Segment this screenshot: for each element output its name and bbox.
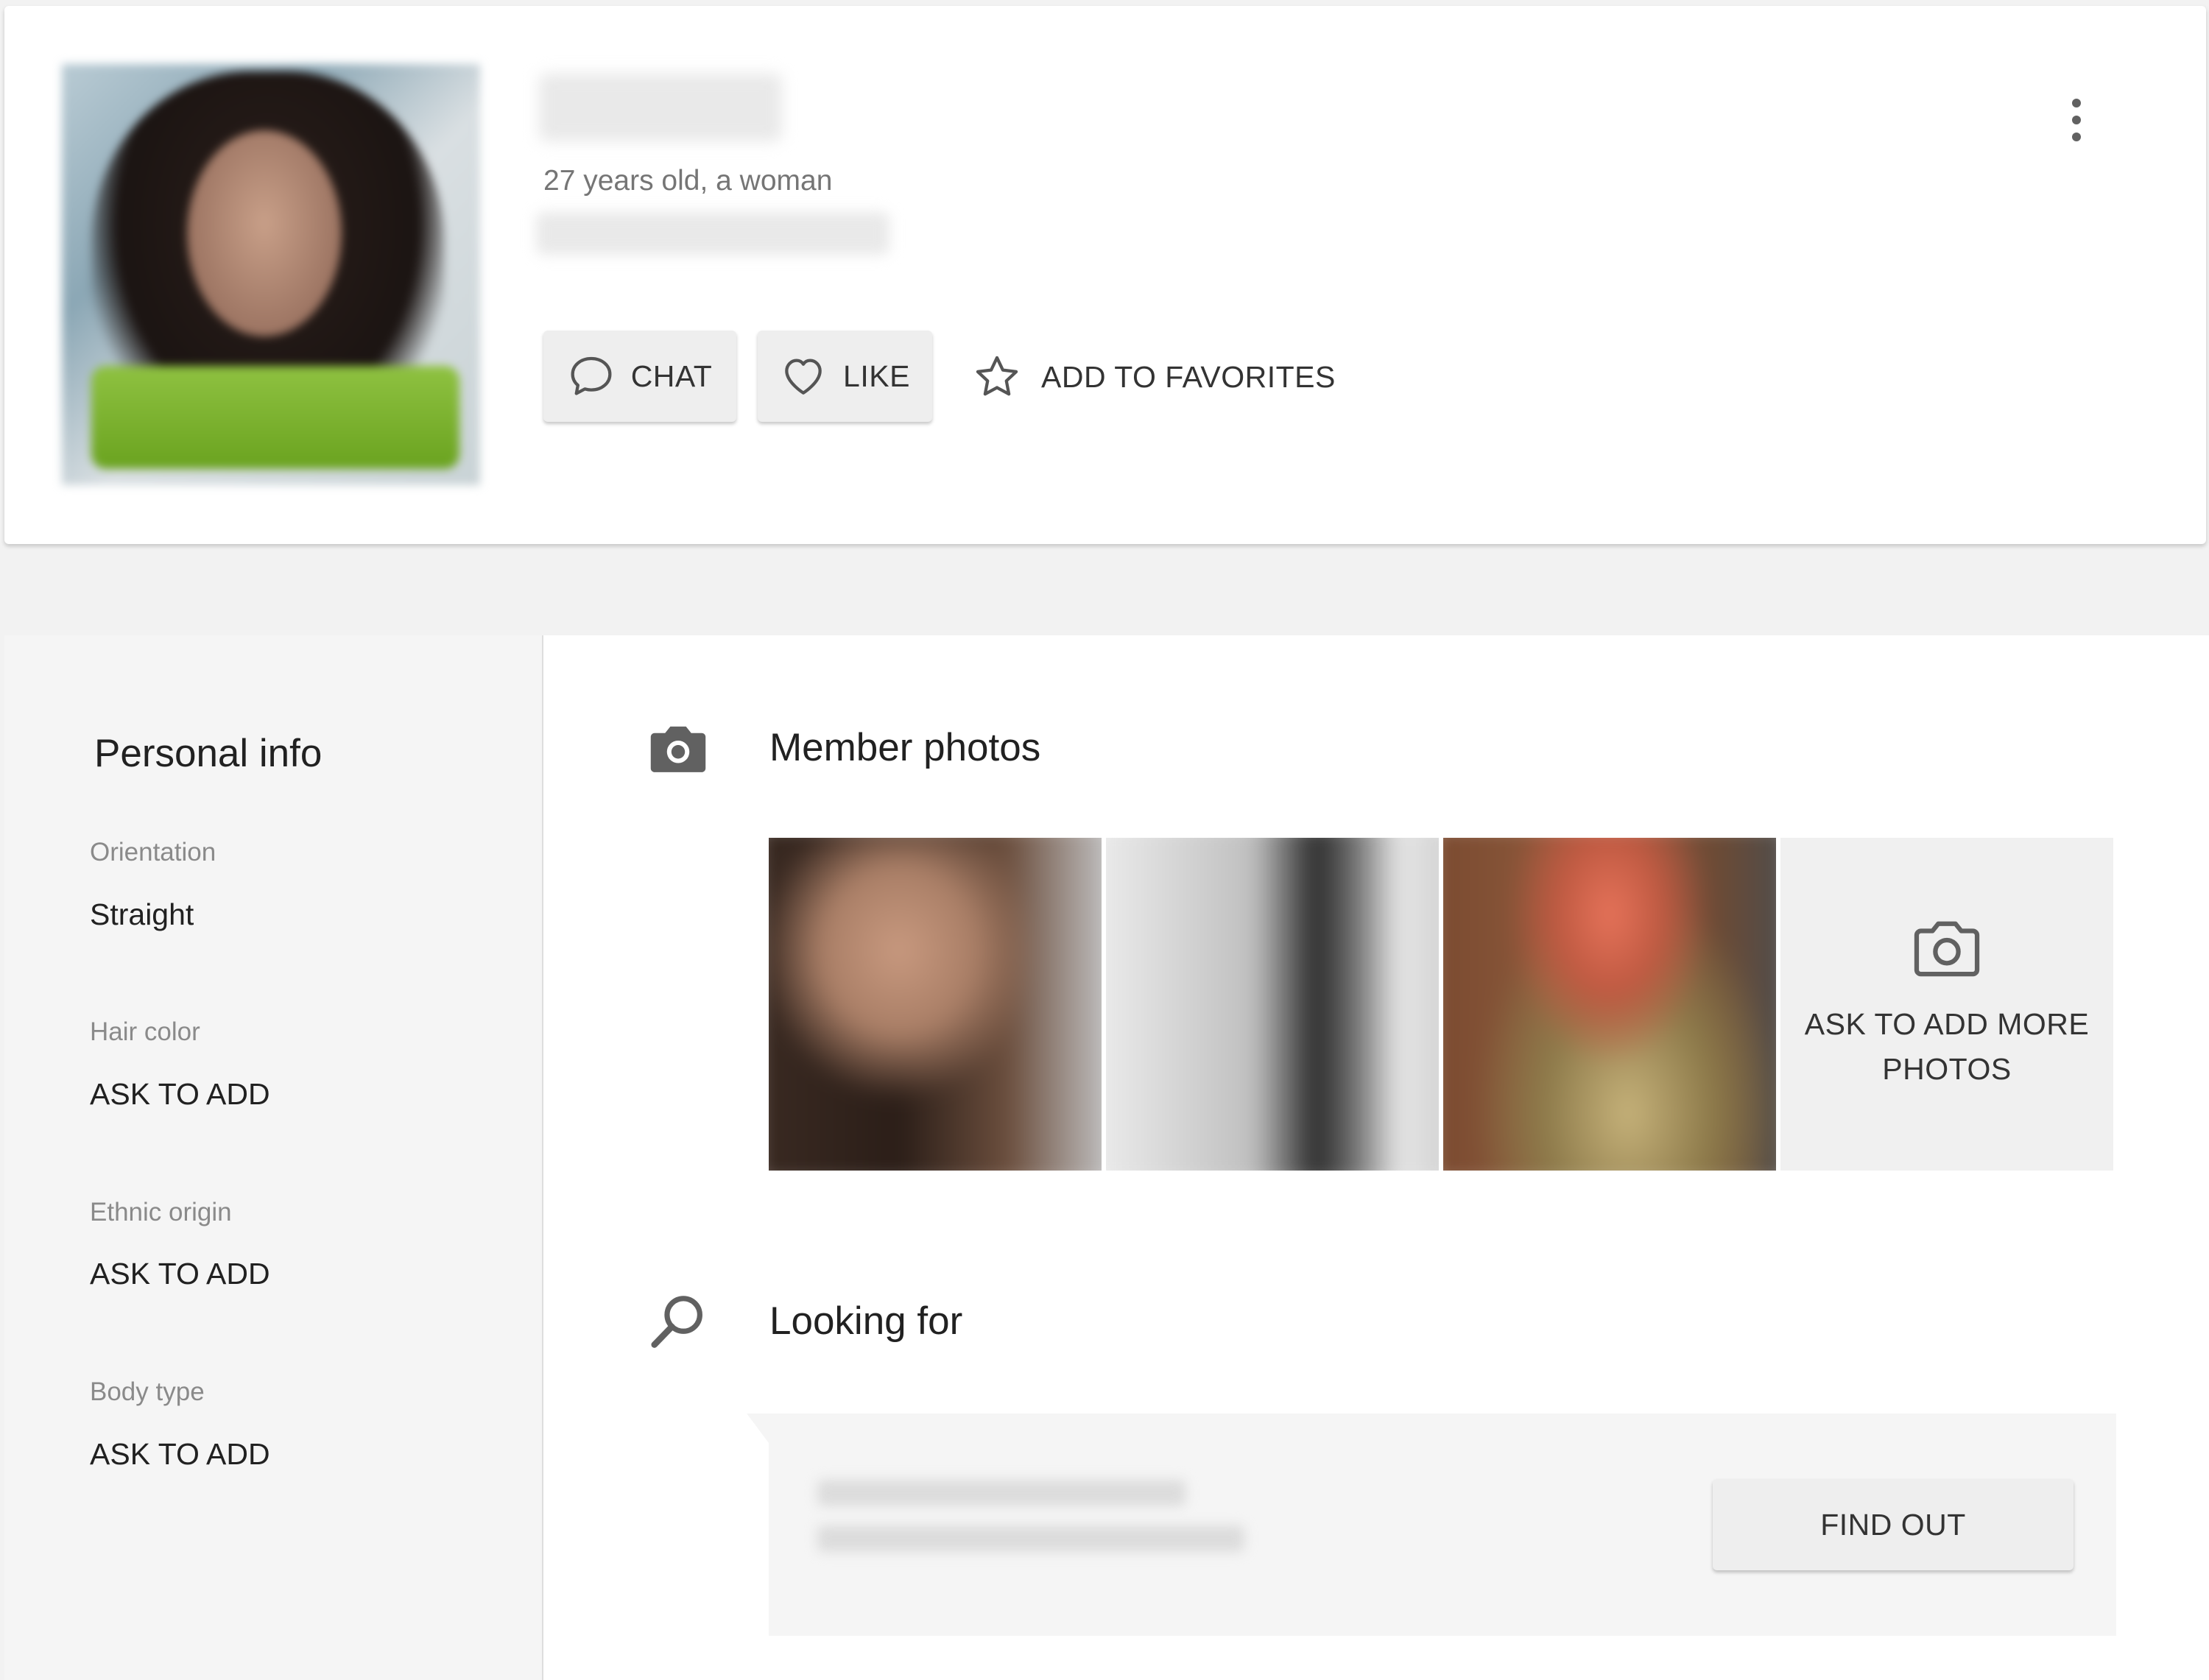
orientation-label: Orientation [90,838,216,867]
heart-icon [785,359,822,395]
star-icon [976,356,1018,396]
member-photo-2[interactable] [1106,838,1439,1171]
camera-outline-icon [1914,921,1980,977]
ask-to-add-more-photos-label: ASK TO ADD MORE PHOTOS [1804,1007,2090,1086]
ask-to-add-more-photos-button[interactable]: ASK TO ADD MORE PHOTOS [1780,838,2113,1171]
chat-button-label: CHAT [630,359,713,393]
search-icon [647,1290,710,1357]
personal-info-panel: Personal info [4,635,543,1680]
chat-bubble-icon [571,356,612,395]
member-photos-title: Member photos [769,726,1041,769]
profile-avatar[interactable] [62,64,480,485]
profile-name-blurred [539,74,782,141]
member-photo-1[interactable] [769,838,1102,1171]
looking-for-text-blurred [817,1480,1244,1561]
profile-subtitle: 27 years old, a woman [543,165,833,197]
add-to-favorites-label: ADD TO FAVORITES [1041,359,1336,394]
profile-location-blurred [536,212,889,255]
more-options-button[interactable] [2054,88,2099,152]
bubble-tail [747,1413,769,1443]
ethnic-origin-ask-to-add[interactable]: ASK TO ADD [90,1257,270,1291]
chat-button[interactable]: CHAT [543,331,736,422]
like-button-label: LIKE [843,359,910,393]
ethnic-origin-label: Ethnic origin [90,1198,232,1227]
add-to-favorites-button[interactable]: ADD TO FAVORITES [972,340,1336,414]
body-type-label: Body type [90,1377,205,1406]
hair-color-ask-to-add[interactable]: ASK TO ADD [90,1077,270,1112]
like-button[interactable]: LIKE [758,331,932,422]
body-type-ask-to-add[interactable]: ASK TO ADD [90,1437,270,1472]
find-out-button[interactable]: FIND OUT [1713,1479,2074,1570]
camera-icon [647,720,710,781]
looking-for-title: Looking for [769,1299,963,1343]
hair-color-label: Hair color [90,1017,200,1046]
member-photo-3[interactable] [1443,838,1776,1171]
orientation-value: Straight [90,897,194,931]
personal-info-title: Personal info [94,732,323,775]
more-vert-icon [2072,99,2081,107]
